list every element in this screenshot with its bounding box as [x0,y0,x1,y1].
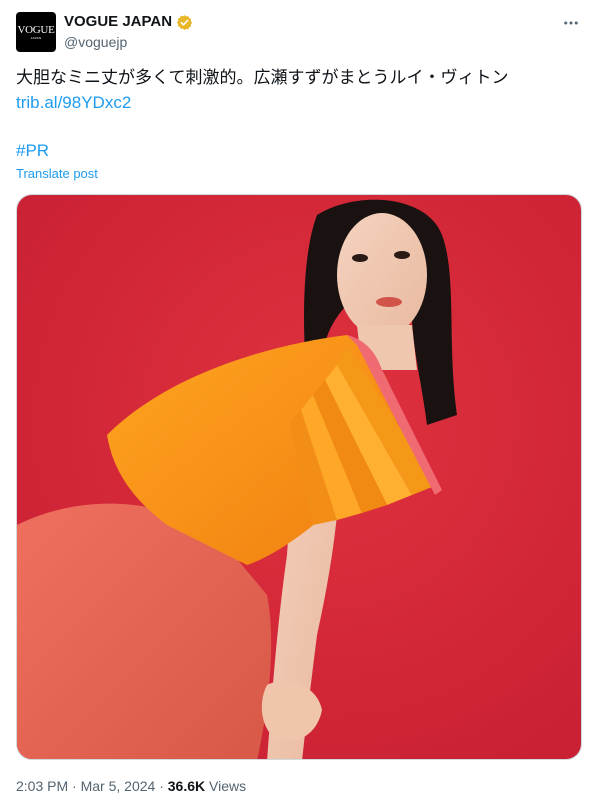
tweet-card[interactable]: VOGUE JAPAN VOGUE JAPAN @voguejp 大胆なミニ丈が… [0,0,598,804]
tweet-meta: 2:03 PM · Mar 5, 2024 · 36.6K Views [16,777,246,795]
views-label: Views [209,778,247,794]
author-handle[interactable]: @voguejp [64,33,127,51]
meta-separator: · [159,778,164,794]
face-shape [337,213,427,337]
avatar-logo-text: VOGUE [17,23,55,36]
author-name-row: VOGUE JAPAN [64,13,193,31]
meta-separator: · [72,778,77,794]
tweet-time[interactable]: 2:03 PM [16,778,68,794]
tweet-text: 大胆なミニ丈が多くて刺激的。広瀬すずがまとうルイ・ヴィトン [16,68,509,87]
hashtag-link[interactable]: #PR [16,140,49,162]
more-options-icon[interactable] [560,12,582,34]
verified-badge-icon[interactable] [176,14,193,31]
views-count[interactable]: 36.6K [168,778,205,794]
avatar-sub-text: JAPAN [30,35,42,40]
avatar[interactable]: VOGUE JAPAN [16,12,56,52]
display-name[interactable]: VOGUE JAPAN [64,13,172,31]
tweet-link[interactable]: trib.al/98YDxc2 [16,92,131,114]
tweet-date[interactable]: Mar 5, 2024 [81,778,156,794]
tweet-media-image[interactable] [16,194,582,760]
translate-post-button[interactable]: Translate post [16,166,98,182]
media-photo-illustration [17,195,581,759]
